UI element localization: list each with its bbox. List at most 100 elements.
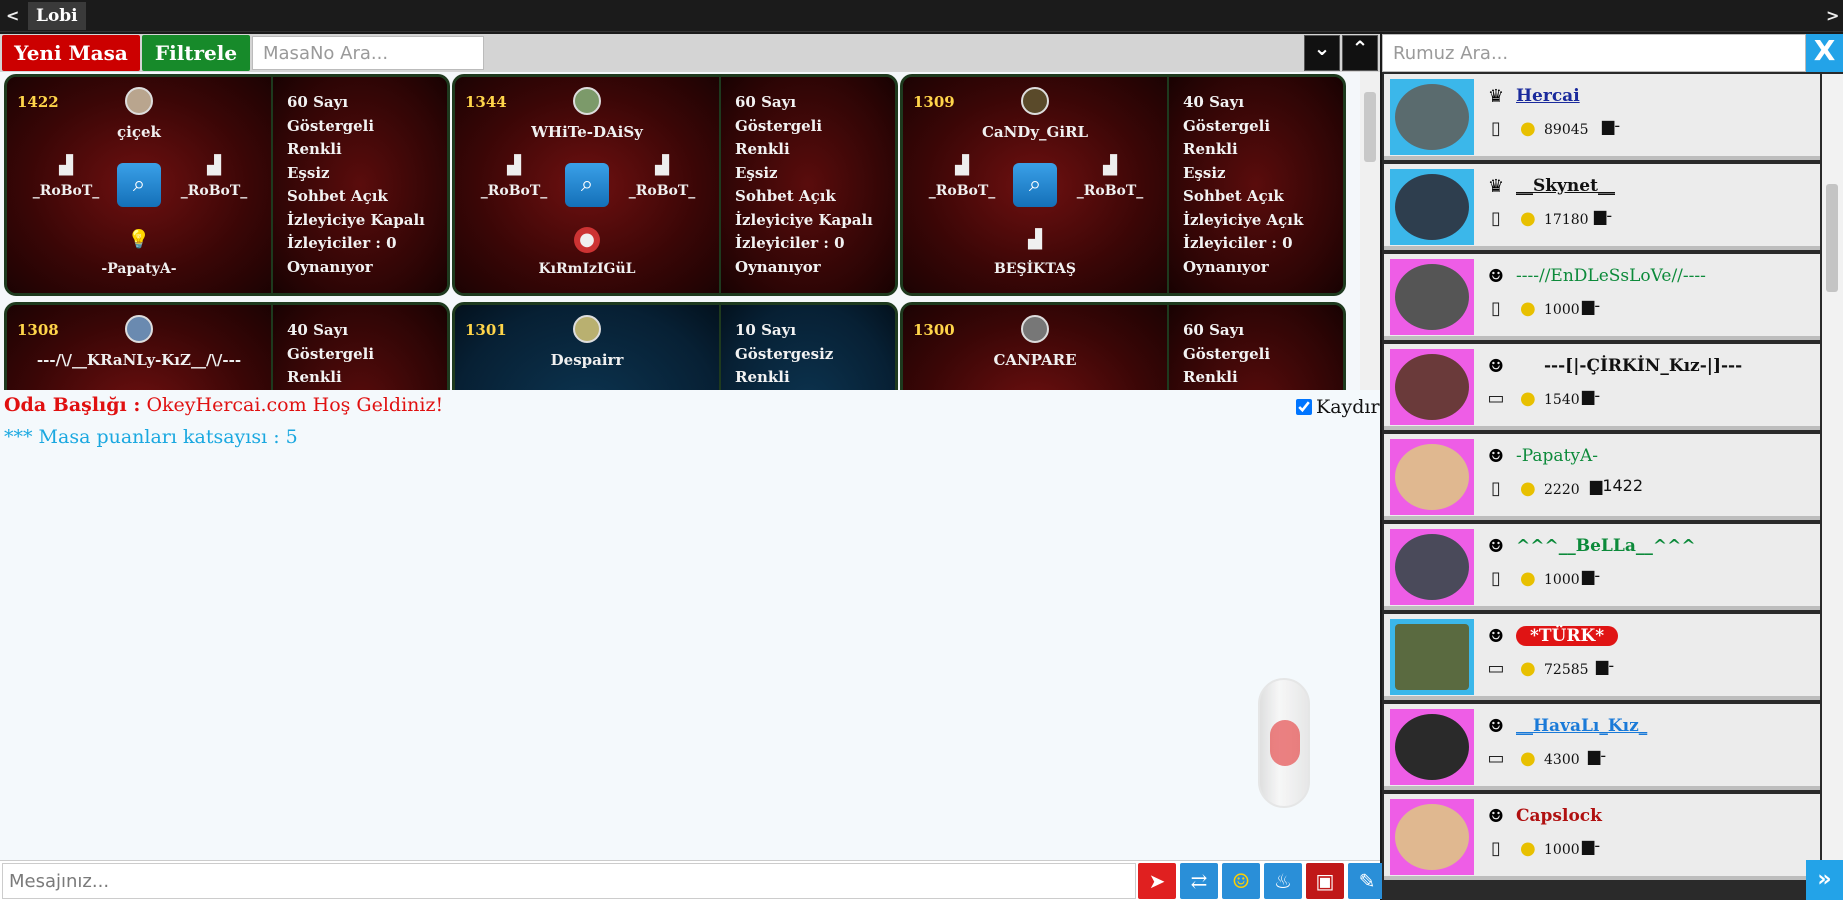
user-nick: Hercai bbox=[1516, 86, 1580, 106]
table-owner: çiçek bbox=[117, 123, 161, 141]
level-icon: ☻ bbox=[1487, 266, 1505, 287]
coin-icon: ● bbox=[1520, 118, 1536, 139]
forward-icon[interactable]: > bbox=[1826, 6, 1839, 25]
table-card[interactable]: 1301 Despairr 10 Sayı Göstergesiz Renkli bbox=[452, 302, 898, 390]
table-card[interactable]: 1422 çiçek ▟ _RoBoT_ ⌕ ▟ _RoBoT_ 💡 -PapatyA… bbox=[4, 74, 450, 296]
message-bar: ➤ ⇄ ☺ ♨ ▣ ✎ bbox=[0, 860, 1386, 900]
level-icon: ☻ bbox=[1487, 446, 1505, 467]
user-nick: __Skynet__ bbox=[1516, 176, 1615, 196]
seat-right[interactable]: ▟ _RoBoT_ bbox=[607, 155, 717, 199]
table-number: 1308 bbox=[17, 321, 59, 339]
emoji-icon[interactable]: ☺ bbox=[1222, 863, 1260, 899]
seat-left[interactable]: ▟ _RoBoT_ bbox=[907, 155, 1017, 199]
seat-bottom[interactable]: 💡 -PapatyA- bbox=[7, 227, 271, 277]
tea-icon[interactable]: ♨ bbox=[1264, 863, 1302, 899]
message-input[interactable] bbox=[2, 863, 1136, 899]
gift-icon[interactable]: ▣ bbox=[1306, 863, 1344, 899]
watch-button[interactable]: ⌕ bbox=[117, 163, 161, 207]
seat-bottom[interactable]: ▟ BEŞİKTAŞ bbox=[903, 227, 1167, 277]
autoscroll-checkbox-input[interactable] bbox=[1296, 399, 1312, 415]
watch-button[interactable]: ⌕ bbox=[565, 163, 609, 207]
seat-right[interactable]: ▟ _RoBoT_ bbox=[159, 155, 269, 199]
chat-panel: Oda Başlığı : OkeyHercai.com Hoş Geldini… bbox=[0, 390, 1380, 860]
owner-avatar bbox=[573, 315, 601, 343]
table-number: 1300 bbox=[913, 321, 955, 339]
table-owner: CANPARE bbox=[993, 351, 1077, 369]
player-icon: 💡 bbox=[127, 229, 151, 250]
user-row[interactable]: ☻ ---[|-ÇİRKİN_Kız-|]--- ▭ ● 1540 ▆- bbox=[1384, 344, 1820, 430]
new-table-button[interactable]: Yeni Masa bbox=[2, 35, 140, 71]
phone-icon: ▯ bbox=[1491, 478, 1501, 499]
coin-icon: ● bbox=[1520, 478, 1536, 499]
table-card[interactable]: 1309 CaNDy_GiRL ▟ _RoBoT_ ⌕ ▟ _RoBoT_ ▟ BEŞ… bbox=[900, 74, 1346, 296]
seat-right[interactable]: ▟ _RoBoT_ bbox=[1055, 155, 1165, 199]
user-score: 72585 bbox=[1544, 662, 1589, 678]
owner-avatar bbox=[1021, 87, 1049, 115]
user-table: ▆- bbox=[1582, 836, 1601, 855]
table-search-input[interactable] bbox=[252, 36, 484, 70]
chevrons-up-icon[interactable]: ⌃ bbox=[1342, 35, 1378, 71]
swap-icon[interactable]: ⇄ bbox=[1180, 863, 1218, 899]
table-info: 40 Sayı Göstergeli Renkli Eşsiz Sohbet Açık… bbox=[1167, 77, 1343, 293]
user-search-input[interactable] bbox=[1382, 34, 1806, 72]
seat-left[interactable]: ▟ _RoBoT_ bbox=[459, 155, 569, 199]
chevrons-down-icon[interactable]: ⌄ bbox=[1304, 35, 1340, 71]
user-row[interactable]: ☻ *TÜRK* ▭ ● 72585 ▆- bbox=[1384, 614, 1820, 700]
phone-icon: ▯ bbox=[1491, 568, 1501, 589]
close-icon[interactable]: X bbox=[1806, 34, 1843, 72]
user-score: 17180 bbox=[1544, 212, 1589, 228]
user-row[interactable]: ♛ __Skynet__ ▯ ● 17180 ▆- bbox=[1384, 164, 1820, 250]
table-card[interactable]: 1344 WHiTe-DAiSy ▟ _RoBoT_ ⌕ ▟ _RoBoT_ ● Kı… bbox=[452, 74, 898, 296]
back-icon[interactable]: < bbox=[6, 6, 19, 25]
phone-icon: ▯ bbox=[1491, 838, 1501, 859]
user-row[interactable]: ☻ Capslock ▯ ● 1000 ▆- bbox=[1384, 794, 1820, 880]
computer-icon: ▭ bbox=[1487, 388, 1505, 409]
user-table: ▆- bbox=[1582, 386, 1601, 405]
user-score: 89045 bbox=[1544, 122, 1589, 138]
computer-icon: ▟ bbox=[507, 155, 521, 176]
lobby-tab[interactable]: Lobi bbox=[28, 2, 86, 30]
owner-avatar bbox=[1021, 315, 1049, 343]
computer-icon: ▟ bbox=[59, 155, 73, 176]
table-owner: CaNDy_GiRL bbox=[981, 123, 1089, 141]
table-list-scrollbar[interactable] bbox=[1360, 72, 1380, 390]
table-card[interactable]: 1300 CANPARE 60 Sayı Göstergeli Renkli bbox=[900, 302, 1346, 390]
level-icon: ☻ bbox=[1487, 626, 1505, 647]
watch-button[interactable]: ⌕ bbox=[1013, 163, 1057, 207]
table-info: 60 Sayı Göstergeli Renkli Eşsiz Sohbet Açık… bbox=[719, 77, 895, 293]
user-nick: ----//EnDLeSsLoVe//---- bbox=[1516, 266, 1706, 286]
user-row[interactable]: ♛ Hercai ▯ ● 89045 ▆- bbox=[1384, 74, 1820, 160]
computer-icon: ▟ bbox=[655, 155, 669, 176]
table-number: 1344 bbox=[465, 93, 507, 111]
user-score: 1540 bbox=[1544, 392, 1580, 408]
expand-panel-button[interactable]: » bbox=[1806, 860, 1843, 900]
computer-icon: ▟ bbox=[207, 155, 221, 176]
user-list-scrollbar[interactable] bbox=[1822, 74, 1843, 860]
table-info: 40 Sayı Göstergeli Renkli bbox=[271, 305, 447, 390]
user-row[interactable]: ☻ ----//EnDLeSsLoVe//---- ▯ ● 1000 ▆- bbox=[1384, 254, 1820, 340]
user-table: ▆- bbox=[1596, 656, 1615, 675]
table-owner: Despairr bbox=[550, 351, 624, 369]
seat-left[interactable]: ▟ _RoBoT_ bbox=[11, 155, 121, 199]
brush-icon[interactable]: ✎ bbox=[1348, 863, 1386, 899]
seat-bottom[interactable]: ● KıRmIzIGüL bbox=[455, 227, 719, 277]
user-avatar bbox=[1390, 79, 1474, 155]
user-avatar bbox=[1390, 619, 1474, 695]
phone-icon: ▯ bbox=[1491, 298, 1501, 319]
user-row[interactable]: ☻ -PapatyA- ▯ ● 2220 ▆1422 bbox=[1384, 434, 1820, 520]
user-avatar bbox=[1390, 439, 1474, 515]
phone-icon: ▯ bbox=[1491, 208, 1501, 229]
user-row[interactable]: ☻ __HavaLı_Kız_ ▭ ● 4300 ▆- bbox=[1384, 704, 1820, 790]
user-table: ▆- bbox=[1582, 296, 1601, 315]
send-icon[interactable]: ➤ bbox=[1138, 863, 1176, 899]
crown-icon: ♛ bbox=[1487, 176, 1505, 197]
user-list: ♛ Hercai ▯ ● 89045 ▆- ♛ __Skynet__ ▯ ● 1… bbox=[1382, 74, 1822, 900]
owner-avatar bbox=[573, 87, 601, 115]
user-nick: Capslock bbox=[1516, 806, 1602, 826]
table-card[interactable]: 1308 ---/\/__KRaNLy-KıZ__/\/--- 40 Sayı G… bbox=[4, 302, 450, 390]
table-toolbar: Yeni Masa Filtrele ⌄ ⌃ bbox=[0, 34, 1380, 72]
user-nick: -PapatyA- bbox=[1516, 446, 1599, 466]
user-row[interactable]: ☻ ^^^__BeLLa__^^^ ▯ ● 1000 ▆- bbox=[1384, 524, 1820, 610]
autoscroll-checkbox[interactable]: Kaydır bbox=[1296, 396, 1380, 418]
filter-button[interactable]: Filtrele bbox=[142, 35, 250, 71]
